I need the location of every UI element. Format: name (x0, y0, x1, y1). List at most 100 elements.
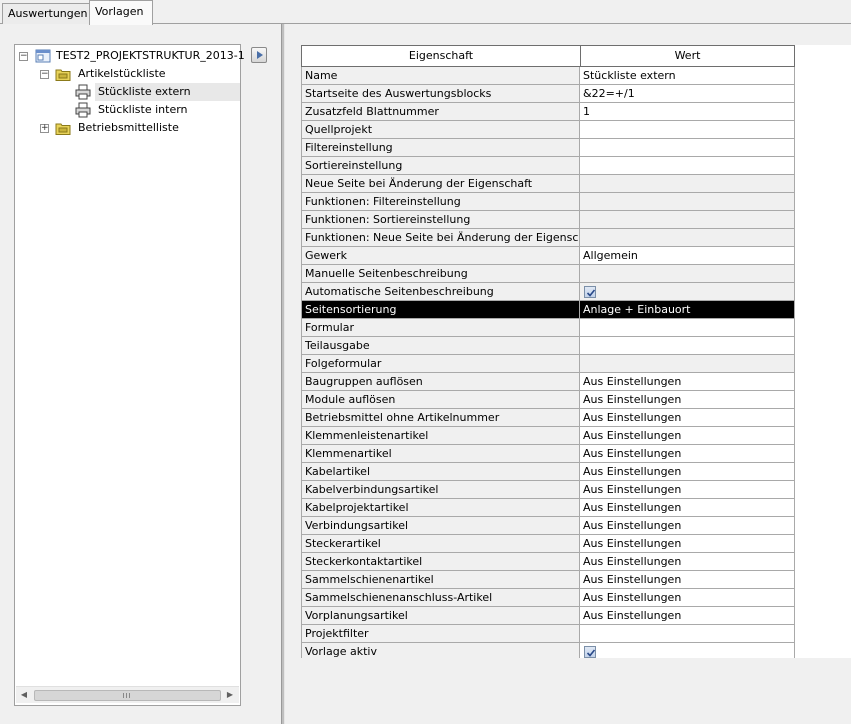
property-value-cell[interactable] (580, 229, 795, 247)
property-name-cell[interactable]: Name (301, 67, 580, 85)
property-value-cell[interactable] (580, 625, 795, 643)
property-value-cell[interactable]: Aus Einstellungen (580, 589, 795, 607)
checkbox[interactable] (584, 646, 596, 658)
property-name-cell[interactable]: Neue Seite bei Änderung der Eigenschaft (301, 175, 580, 193)
property-name-cell[interactable]: Formular (301, 319, 580, 337)
grid-row[interactable]: Seitensortierung Anlage + Einbauort (301, 301, 795, 319)
horizontal-scrollbar[interactable]: ◀ ▶ (16, 686, 239, 703)
grid-row[interactable]: Module auflösen Aus Einstellungen (301, 391, 795, 409)
property-value-cell[interactable]: Aus Einstellungen (580, 535, 795, 553)
grid-row[interactable]: Gewerk Allgemein (301, 247, 795, 265)
property-value-cell[interactable]: Aus Einstellungen (580, 517, 795, 535)
grid-row[interactable]: Kabelprojektartikel Aus Einstellungen (301, 499, 795, 517)
property-name-cell[interactable]: Module auflösen (301, 391, 580, 409)
grid-row[interactable]: Zusatzfeld Blattnummer 1 (301, 103, 795, 121)
tree-node-stueckliste-intern[interactable]: Stückliste intern (15, 101, 240, 119)
property-value-cell[interactable] (580, 319, 795, 337)
property-name-cell[interactable]: Manuelle Seitenbeschreibung (301, 265, 580, 283)
collapse-expander[interactable]: − (19, 52, 28, 61)
property-name-cell[interactable]: Gewerk (301, 247, 580, 265)
property-value-cell[interactable] (580, 121, 795, 139)
grid-row[interactable]: Funktionen: Neue Seite bei Änderung der … (301, 229, 795, 247)
grid-row[interactable]: Teilausgabe (301, 337, 795, 355)
property-value-cell[interactable]: Aus Einstellungen (580, 481, 795, 499)
property-value-cell[interactable]: Aus Einstellungen (580, 607, 795, 625)
grid-row[interactable]: Neue Seite bei Änderung der Eigenschaft (301, 175, 795, 193)
grid-row[interactable]: Betriebsmittel ohne Artikelnummer Aus Ein… (301, 409, 795, 427)
property-name-cell[interactable]: Vorlage aktiv (301, 643, 580, 658)
grid-row[interactable]: Baugruppen auflösen Aus Einstellungen (301, 373, 795, 391)
grid-row[interactable]: Automatische Seitenbeschreibung (301, 283, 795, 301)
property-value-cell[interactable] (580, 355, 795, 373)
expand-expander[interactable]: + (40, 124, 49, 133)
collapse-expander[interactable]: − (40, 70, 49, 79)
grid-row[interactable]: Funktionen: Filtereinstellung (301, 193, 795, 211)
property-value-cell[interactable]: Aus Einstellungen (580, 499, 795, 517)
grid-row[interactable]: Kabelverbindungsartikel Aus Einstellungen (301, 481, 795, 499)
grid-row[interactable]: Sortiereinstellung (301, 157, 795, 175)
property-value-cell[interactable] (580, 211, 795, 229)
grid-row[interactable]: Steckerartikel Aus Einstellungen (301, 535, 795, 553)
property-name-cell[interactable]: Quellprojekt (301, 121, 580, 139)
grid-row[interactable]: Klemmenleistenartikel Aus Einstellungen (301, 427, 795, 445)
property-value-cell[interactable]: Anlage + Einbauort (580, 301, 795, 319)
property-value-cell[interactable] (580, 193, 795, 211)
property-value-cell[interactable]: Aus Einstellungen (580, 427, 795, 445)
grid-row[interactable]: Formular (301, 319, 795, 337)
property-value-cell[interactable] (580, 265, 795, 283)
grid-row[interactable]: Klemmenartikel Aus Einstellungen (301, 445, 795, 463)
property-value-cell[interactable] (580, 175, 795, 193)
tab-vorlagen[interactable]: Vorlagen (89, 0, 153, 25)
property-name-cell[interactable]: Funktionen: Filtereinstellung (301, 193, 580, 211)
grid-row[interactable]: Sammelschienenartikel Aus Einstellungen (301, 571, 795, 589)
property-value-cell[interactable] (580, 337, 795, 355)
property-name-cell[interactable]: Kabelartikel (301, 463, 580, 481)
property-name-cell[interactable]: Kabelprojektartikel (301, 499, 580, 517)
property-value-cell[interactable]: Aus Einstellungen (580, 571, 795, 589)
tree-node-stueckliste-extern[interactable]: Stückliste extern (15, 83, 240, 101)
property-name-cell[interactable]: Funktionen: Neue Seite bei Änderung der … (301, 229, 580, 247)
grid-row[interactable]: Sammelschienenanschluss-Artikel Aus Einst… (301, 589, 795, 607)
property-name-cell[interactable]: Seitensortierung (301, 301, 580, 319)
property-name-cell[interactable]: Sammelschienenartikel (301, 571, 580, 589)
property-name-cell[interactable]: Funktionen: Sortiereinstellung (301, 211, 580, 229)
scroll-thumb[interactable] (34, 690, 221, 701)
toggle-panel-button[interactable] (251, 47, 267, 63)
property-name-cell[interactable]: Automatische Seitenbeschreibung (301, 283, 580, 301)
property-name-cell[interactable]: Zusatzfeld Blattnummer (301, 103, 580, 121)
grid-row[interactable]: Quellprojekt (301, 121, 795, 139)
property-value-cell[interactable] (580, 643, 795, 658)
property-name-cell[interactable]: Klemmenleistenartikel (301, 427, 580, 445)
property-name-cell[interactable]: Baugruppen auflösen (301, 373, 580, 391)
property-name-cell[interactable]: Klemmenartikel (301, 445, 580, 463)
template-tree[interactable]: − TEST2_PROJEKTSTRUKTUR_2013-1 − Artikel… (14, 44, 245, 706)
property-name-cell[interactable]: Vorplanungsartikel (301, 607, 580, 625)
tree-node-artikelstueckliste[interactable]: − Artikelstückliste (15, 65, 240, 83)
column-header-property[interactable]: Eigenschaft (301, 45, 581, 67)
grid-row[interactable]: Kabelartikel Aus Einstellungen (301, 463, 795, 481)
property-value-cell[interactable]: Aus Einstellungen (580, 373, 795, 391)
property-name-cell[interactable]: Steckerkontaktartikel (301, 553, 580, 571)
grid-row[interactable]: Verbindungsartikel Aus Einstellungen (301, 517, 795, 535)
panel-splitter[interactable] (281, 24, 285, 724)
grid-row[interactable]: Funktionen: Sortiereinstellung (301, 211, 795, 229)
property-value-cell[interactable] (580, 157, 795, 175)
tree-node-root[interactable]: − TEST2_PROJEKTSTRUKTUR_2013-1 (15, 47, 245, 65)
property-value-cell[interactable]: Stückliste extern (580, 67, 795, 85)
property-name-cell[interactable]: Betriebsmittel ohne Artikelnummer (301, 409, 580, 427)
property-name-cell[interactable]: Sortiereinstellung (301, 157, 580, 175)
grid-row[interactable]: Folgeformular (301, 355, 795, 373)
grid-row[interactable]: Vorlage aktiv (301, 643, 795, 658)
property-name-cell[interactable]: Sammelschienenanschluss-Artikel (301, 589, 580, 607)
tab-auswertungen[interactable]: Auswertungen (2, 3, 90, 24)
property-value-cell[interactable]: Aus Einstellungen (580, 463, 795, 481)
property-value-cell[interactable]: Aus Einstellungen (580, 445, 795, 463)
column-header-value[interactable]: Wert (580, 45, 795, 67)
scroll-left-icon[interactable]: ◀ (18, 689, 30, 701)
tree-node-betriebsmittelliste[interactable]: + Betriebsmittelliste (15, 119, 240, 137)
property-value-cell[interactable]: Allgemein (580, 247, 795, 265)
grid-row[interactable]: Filtereinstellung (301, 139, 795, 157)
property-value-cell[interactable]: 1 (580, 103, 795, 121)
property-name-cell[interactable]: Verbindungsartikel (301, 517, 580, 535)
grid-row[interactable]: Vorplanungsartikel Aus Einstellungen (301, 607, 795, 625)
